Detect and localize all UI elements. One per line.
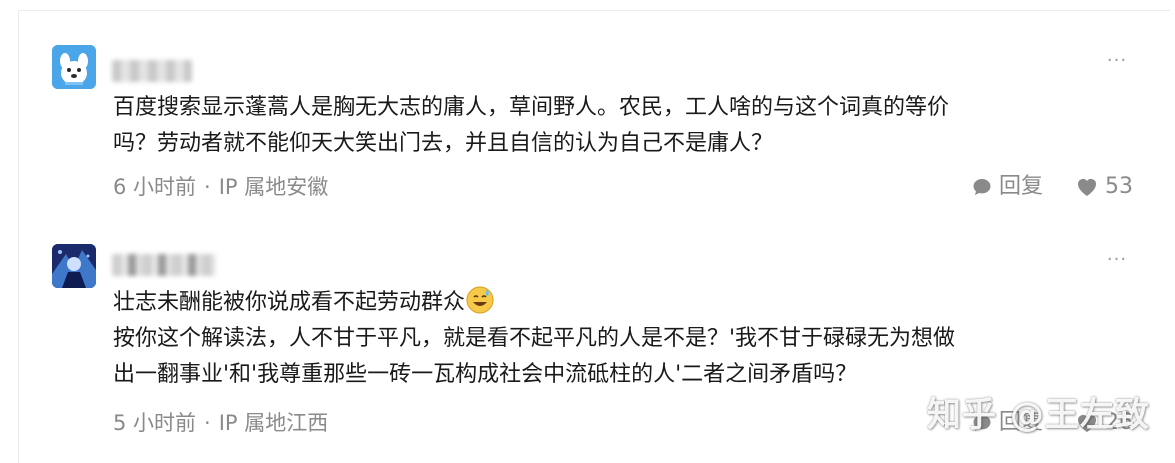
meta-separator: · <box>204 411 211 435</box>
comment-text-line: 出一翻事业'和'我尊重那些一砖一瓦构成社会中流砥柱的人'二者之间矛盾吗？ <box>113 362 858 387</box>
comment-content: 百度搜索显示蓬蒿人是胸无大志的庸人，草间野人。农民，工人啥的与这个词真的等价 吗… <box>113 90 1143 162</box>
zhihu-watermark: 知乎 @王左致 <box>927 395 1150 435</box>
dog-avatar-icon <box>52 45 96 89</box>
comment-actions: 回复 53 <box>971 173 1133 201</box>
like-count: 53 <box>1105 174 1133 199</box>
anime-character-avatar-icon <box>52 244 96 288</box>
comment-meta: 5 小时前 · IP 属地江西 <box>113 409 328 437</box>
comment-text: 壮志未酬能被你说成看不起劳动群众 <box>113 290 466 315</box>
comment-time: 6 小时前 <box>113 175 197 199</box>
comment-content: 壮志未酬能被你说成看不起劳动群众 按你这个解读法，人不甘于平凡，就是看不起平凡的… <box>113 285 1143 393</box>
comment-time: 5 小时前 <box>113 411 197 435</box>
like-button[interactable]: 53 <box>1075 173 1133 201</box>
heart-icon <box>1078 179 1096 196</box>
comment-text-line: 按你这个解读法，人不甘于平凡，就是看不起平凡的人是不是？'我不甘于碌碌无为想做 <box>113 326 956 351</box>
reply-button[interactable]: 回复 <box>971 173 1043 201</box>
meta-separator: · <box>204 175 211 199</box>
ip-location: IP 属地江西 <box>218 411 329 435</box>
chat-bubble-icon <box>973 179 991 195</box>
comment-meta: 6 小时前 · IP 属地安徽 <box>113 173 328 201</box>
comment-text-line: 壮志未酬能被你说成看不起劳动群众 <box>113 285 1143 321</box>
sweat-smile-emoji <box>466 286 494 314</box>
avatar[interactable] <box>52 45 96 89</box>
reply-label: 回复 <box>998 174 1043 199</box>
username-blurred[interactable] <box>112 254 216 276</box>
ip-location: IP 属地安徽 <box>218 175 329 199</box>
avatar[interactable] <box>52 244 96 288</box>
comment-text-line: 吗？劳动者就不能仰天大笑出门去，并且自信的认为自己不是庸人？ <box>113 131 774 156</box>
more-options-button[interactable]: ··· <box>1105 52 1129 70</box>
username-blurred[interactable] <box>112 60 192 82</box>
comment-text-line: 百度搜索显示蓬蒿人是胸无大志的庸人，草间野人。农民，工人啥的与这个词真的等价 <box>113 95 950 120</box>
more-options-button[interactable]: ··· <box>1105 251 1129 269</box>
